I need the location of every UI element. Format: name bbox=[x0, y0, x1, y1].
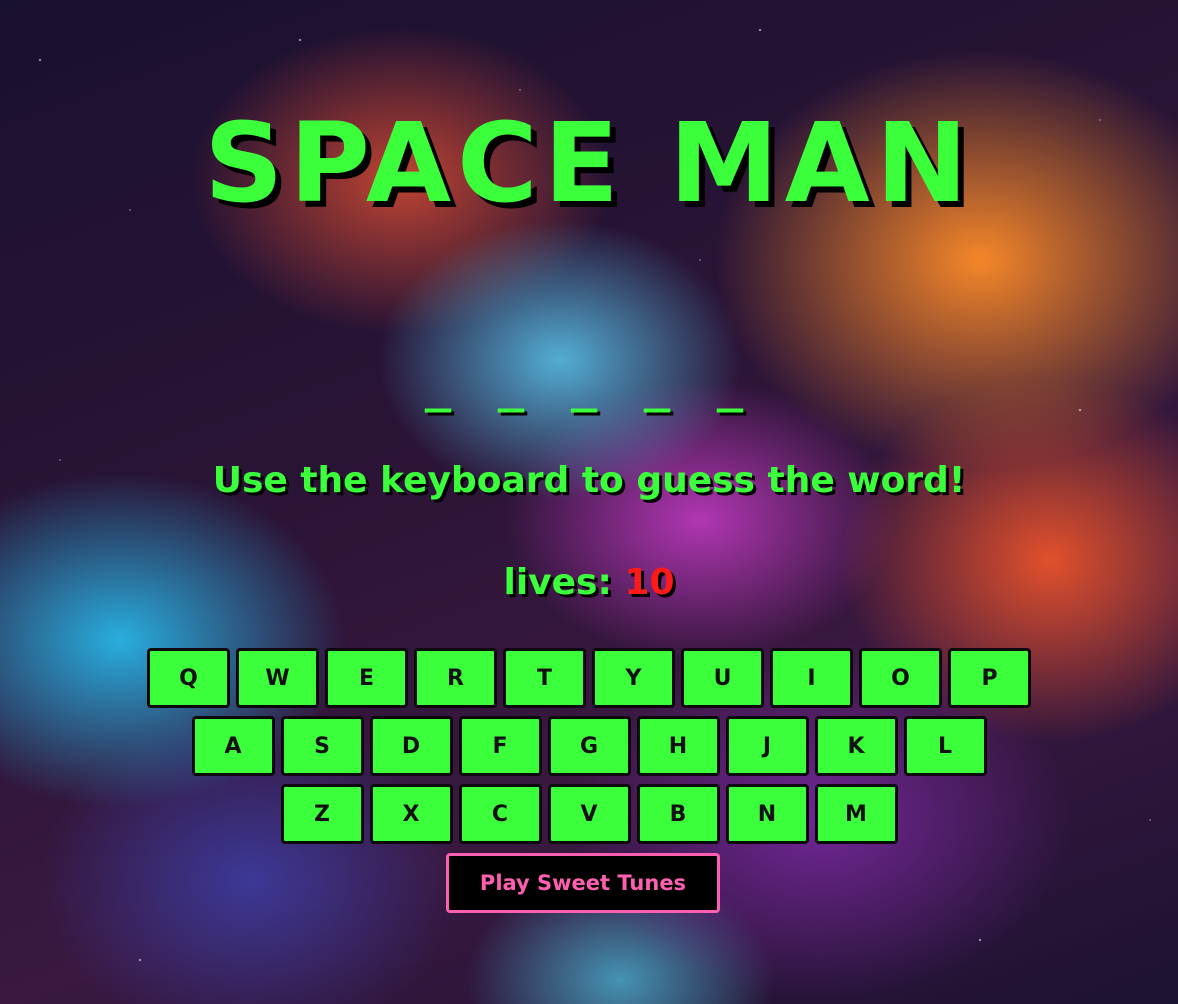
key-r[interactable]: R bbox=[414, 648, 497, 708]
keyboard-row-3: Z X C V B N M bbox=[0, 784, 1178, 844]
lives-count: 10 bbox=[624, 562, 675, 603]
key-f[interactable]: F bbox=[458, 716, 542, 776]
key-o[interactable]: O bbox=[859, 648, 942, 708]
on-screen-keyboard: Q W E R T Y U I O P A S D F G H J K L Z … bbox=[0, 648, 1178, 852]
key-n[interactable]: N bbox=[725, 784, 809, 844]
key-s[interactable]: S bbox=[280, 716, 364, 776]
key-e[interactable]: E bbox=[325, 648, 408, 708]
instructions-text: Use the keyboard to guess the word! bbox=[212, 460, 966, 501]
lives-display: lives: 10 bbox=[0, 562, 1178, 603]
key-x[interactable]: X bbox=[369, 784, 453, 844]
keyboard-row-2: A S D F G H J K L bbox=[0, 716, 1178, 776]
key-c[interactable]: C bbox=[458, 784, 542, 844]
key-g[interactable]: G bbox=[547, 716, 631, 776]
key-j[interactable]: J bbox=[725, 716, 809, 776]
key-p[interactable]: P bbox=[948, 648, 1031, 708]
word-display: _ _ _ _ _ bbox=[424, 362, 754, 413]
game-title: SPACE MAN bbox=[204, 99, 974, 227]
key-k[interactable]: K bbox=[814, 716, 898, 776]
key-h[interactable]: H bbox=[636, 716, 720, 776]
lives-label: lives: bbox=[503, 562, 625, 603]
key-y[interactable]: Y bbox=[592, 648, 675, 708]
key-m[interactable]: M bbox=[814, 784, 898, 844]
key-l[interactable]: L bbox=[903, 716, 987, 776]
keyboard-row-1: Q W E R T Y U I O P bbox=[0, 648, 1178, 708]
key-i[interactable]: I bbox=[770, 648, 853, 708]
key-b[interactable]: B bbox=[636, 784, 720, 844]
key-d[interactable]: D bbox=[369, 716, 453, 776]
key-a[interactable]: A bbox=[191, 716, 275, 776]
game-container: SPACE MAN _ _ _ _ _ Use the keyboard to … bbox=[0, 0, 1178, 1004]
key-w[interactable]: W bbox=[236, 648, 319, 708]
key-v[interactable]: V bbox=[547, 784, 631, 844]
key-q[interactable]: Q bbox=[147, 648, 230, 708]
key-t[interactable]: T bbox=[503, 648, 586, 708]
play-music-button[interactable]: Play Sweet Tunes bbox=[446, 853, 720, 913]
key-u[interactable]: U bbox=[681, 648, 764, 708]
key-z[interactable]: Z bbox=[280, 784, 364, 844]
